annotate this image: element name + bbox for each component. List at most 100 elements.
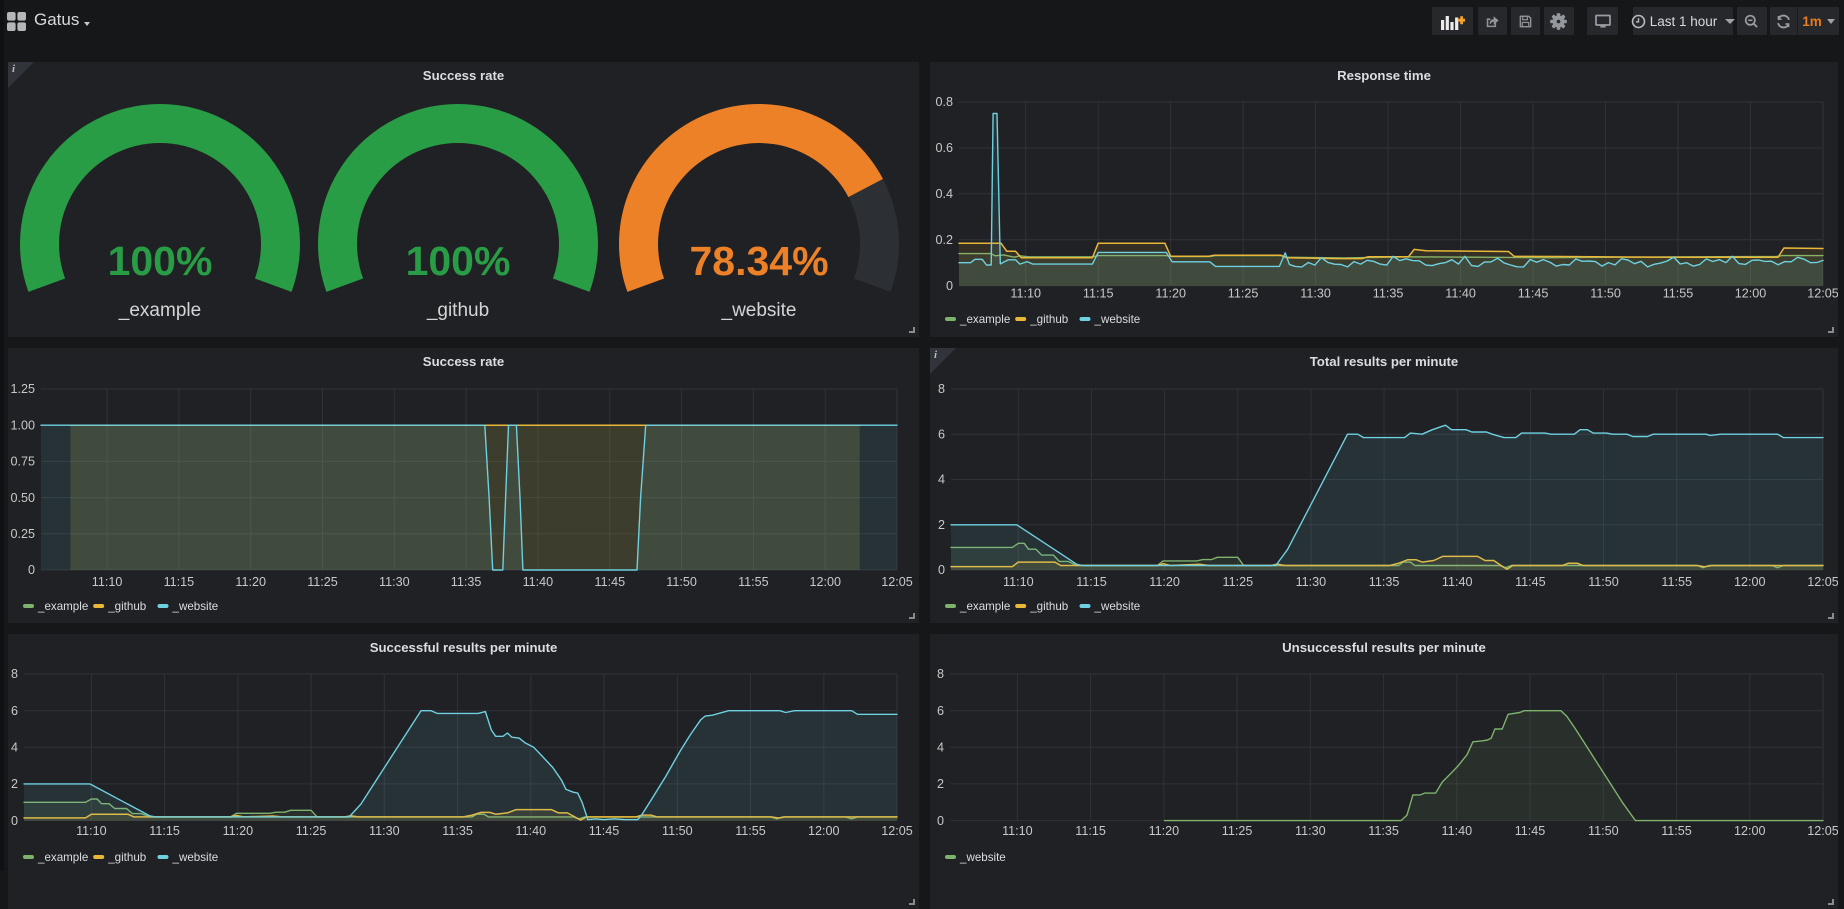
svg-text:12:05: 12:05 [881,824,913,838]
svg-text:11:20: 11:20 [1155,287,1186,301]
svg-text:_github: _github [426,300,489,321]
svg-text:11:40: 11:40 [1442,824,1473,838]
svg-text:11:10: 11:10 [92,575,123,589]
svg-text:11:20: 11:20 [1149,824,1180,838]
svg-text:11:45: 11:45 [589,824,620,838]
svg-text:0.75: 0.75 [10,455,35,469]
svg-text:11:35: 11:35 [1373,287,1404,301]
svg-text:_website: _website [1094,600,1141,613]
svg-text:12:00: 12:00 [808,824,840,838]
svg-text:11:30: 11:30 [1296,575,1327,589]
svg-text:_example: _example [118,300,201,321]
svg-text:11:10: 11:10 [1002,824,1033,838]
svg-text:78.34%: 78.34% [689,238,828,284]
svg-text:0.2: 0.2 [935,233,953,247]
svg-text:11:40: 11:40 [1442,575,1473,589]
svg-text:11:30: 11:30 [369,824,400,838]
svg-text:0.8: 0.8 [935,95,953,109]
svg-text:11:50: 11:50 [666,575,697,589]
svg-text:2: 2 [11,777,18,791]
svg-text:12:00: 12:00 [1735,287,1767,301]
svg-text:0.6: 0.6 [935,141,953,155]
svg-text:_example: _example [37,851,88,864]
svg-text:11:55: 11:55 [1663,287,1694,301]
svg-text:11:45: 11:45 [1515,575,1546,589]
svg-text:11:25: 11:25 [1228,287,1259,301]
svg-text:11:30: 11:30 [1295,824,1326,838]
svg-text:11:55: 11:55 [1661,824,1692,838]
svg-text:0: 0 [946,279,953,293]
svg-text:11:35: 11:35 [451,575,482,589]
svg-text:4: 4 [938,473,945,487]
svg-text:4: 4 [11,741,18,755]
svg-text:_github: _github [107,851,146,864]
svg-text:100%: 100% [406,238,511,284]
svg-text:12:05: 12:05 [881,575,913,589]
svg-text:1.25: 1.25 [10,382,35,396]
svg-text:_example: _example [37,600,88,613]
svg-text:11:50: 11:50 [1590,287,1621,301]
svg-text:0: 0 [937,814,944,828]
svg-text:11:15: 11:15 [1075,824,1106,838]
svg-text:2: 2 [937,777,944,791]
svg-text:2: 2 [938,518,945,532]
svg-text:_github: _github [1029,313,1068,326]
svg-text:1.00: 1.00 [10,418,35,432]
svg-text:11:20: 11:20 [1149,575,1180,589]
svg-text:11:15: 11:15 [149,824,180,838]
svg-text:0: 0 [11,814,18,828]
svg-text:11:40: 11:40 [1445,287,1476,301]
svg-text:11:25: 11:25 [1223,575,1254,589]
svg-text:11:55: 11:55 [1661,575,1692,589]
svg-text:11:10: 11:10 [76,824,107,838]
svg-text:11:15: 11:15 [1076,575,1107,589]
svg-text:8: 8 [937,667,944,681]
svg-text:8: 8 [938,382,945,396]
svg-text:_website: _website [721,300,797,321]
svg-text:_example: _example [959,313,1010,326]
svg-text:11:30: 11:30 [379,575,410,589]
svg-text:11:55: 11:55 [738,575,769,589]
svg-text:_github: _github [1029,600,1068,613]
svg-text:0.4: 0.4 [935,187,953,201]
svg-text:11:55: 11:55 [735,824,766,838]
svg-text:11:15: 11:15 [1083,287,1114,301]
svg-text:11:40: 11:40 [523,575,554,589]
svg-text:_website: _website [172,600,219,613]
svg-text:0: 0 [938,563,945,577]
svg-text:12:05: 12:05 [1807,287,1838,301]
svg-text:11:10: 11:10 [1010,287,1041,301]
svg-text:12:00: 12:00 [1734,575,1766,589]
svg-text:11:45: 11:45 [595,575,626,589]
svg-text:_website: _website [1094,313,1141,326]
svg-text:0.50: 0.50 [10,491,35,505]
svg-text:11:20: 11:20 [235,575,266,589]
svg-text:11:45: 11:45 [1515,824,1546,838]
svg-text:11:25: 11:25 [296,824,327,838]
svg-text:12:00: 12:00 [1734,824,1766,838]
svg-text:12:00: 12:00 [809,575,841,589]
svg-text:11:15: 11:15 [164,575,195,589]
svg-text:11:40: 11:40 [516,824,547,838]
svg-text:6: 6 [937,704,944,718]
svg-text:11:45: 11:45 [1518,287,1549,301]
svg-text:4: 4 [937,741,944,755]
svg-text:6: 6 [938,428,945,442]
svg-text:_website: _website [172,851,219,864]
svg-text:11:10: 11:10 [1003,575,1034,589]
svg-text:0.25: 0.25 [10,527,35,541]
svg-text:11:25: 11:25 [307,575,338,589]
svg-text:12:05: 12:05 [1807,824,1838,838]
svg-text:100%: 100% [108,238,213,284]
svg-text:11:50: 11:50 [1588,824,1619,838]
svg-text:11:20: 11:20 [223,824,254,838]
svg-text:11:35: 11:35 [1369,575,1400,589]
svg-text:11:50: 11:50 [662,824,693,838]
svg-text:11:50: 11:50 [1588,575,1619,589]
svg-text:_website: _website [959,851,1006,864]
svg-text:11:25: 11:25 [1222,824,1253,838]
svg-text:11:35: 11:35 [1368,824,1399,838]
svg-text:_example: _example [959,600,1010,613]
svg-text:8: 8 [11,667,18,681]
svg-text:0: 0 [28,563,35,577]
